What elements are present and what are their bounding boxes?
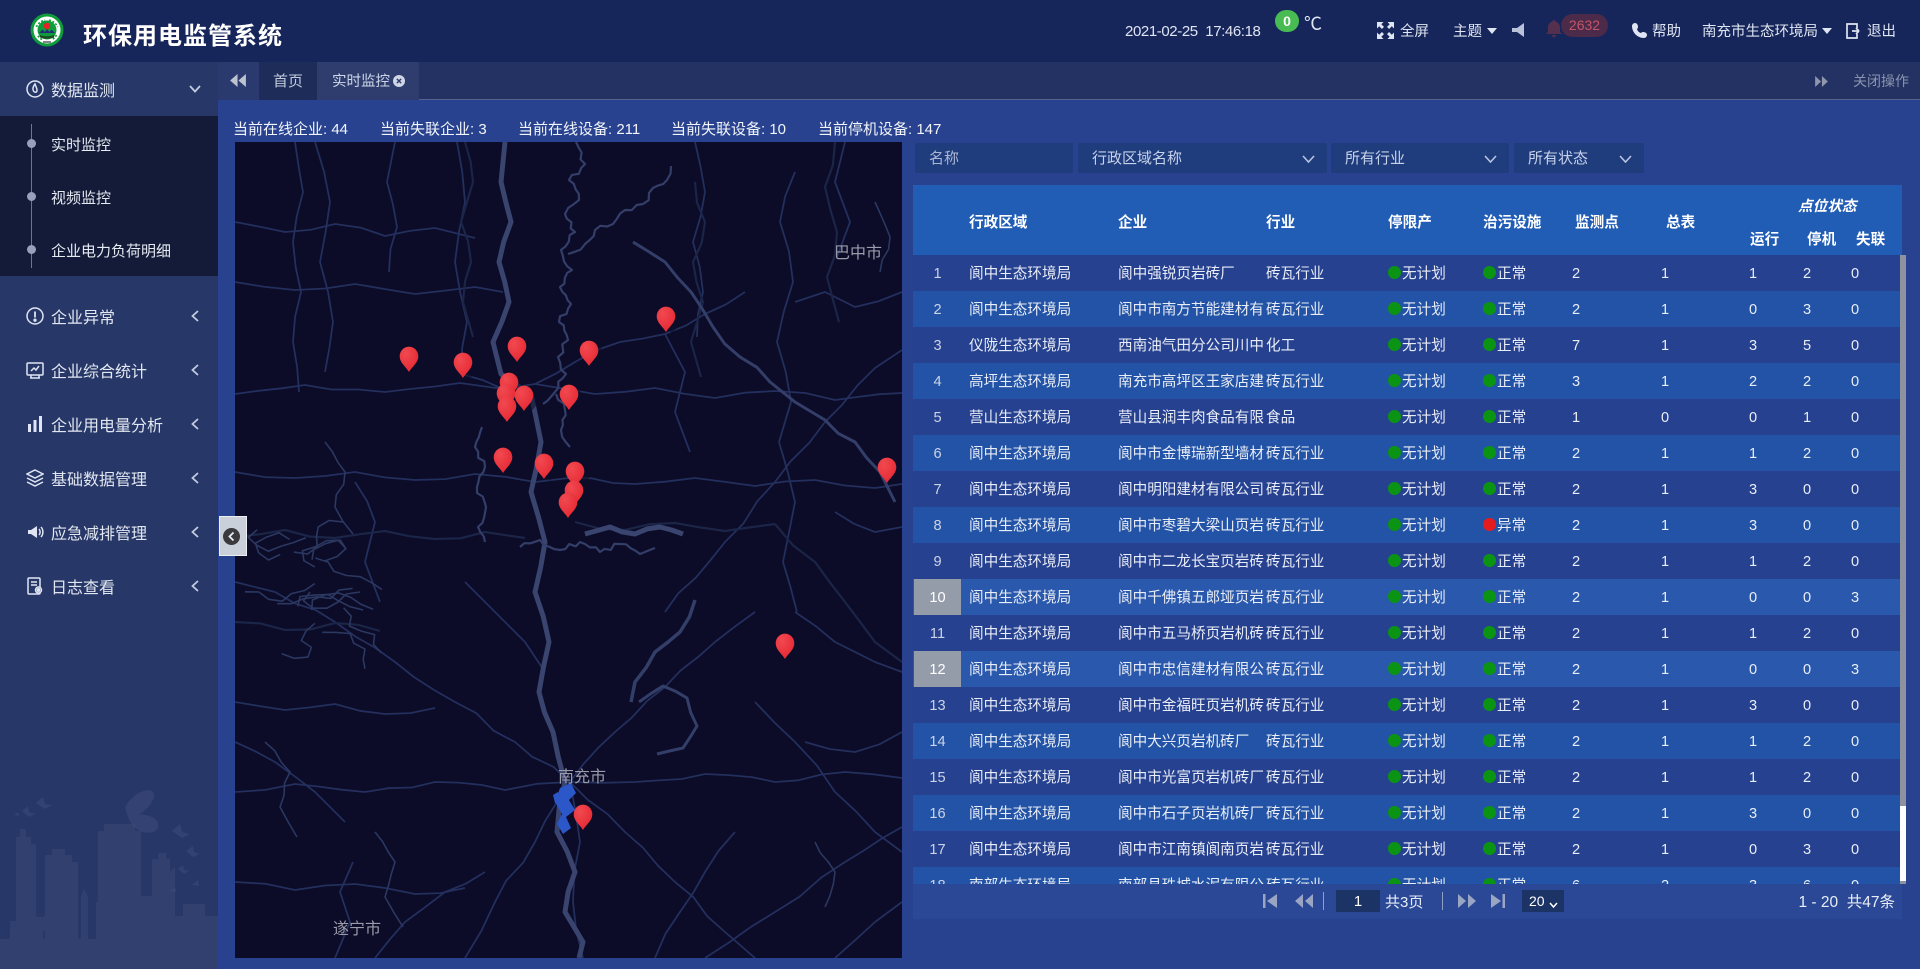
svg-text:巴中市: 巴中市 (834, 239, 882, 263)
svg-text:遂宁市: 遂宁市 (333, 915, 381, 939)
svg-text:南充市: 南充市 (558, 763, 606, 787)
